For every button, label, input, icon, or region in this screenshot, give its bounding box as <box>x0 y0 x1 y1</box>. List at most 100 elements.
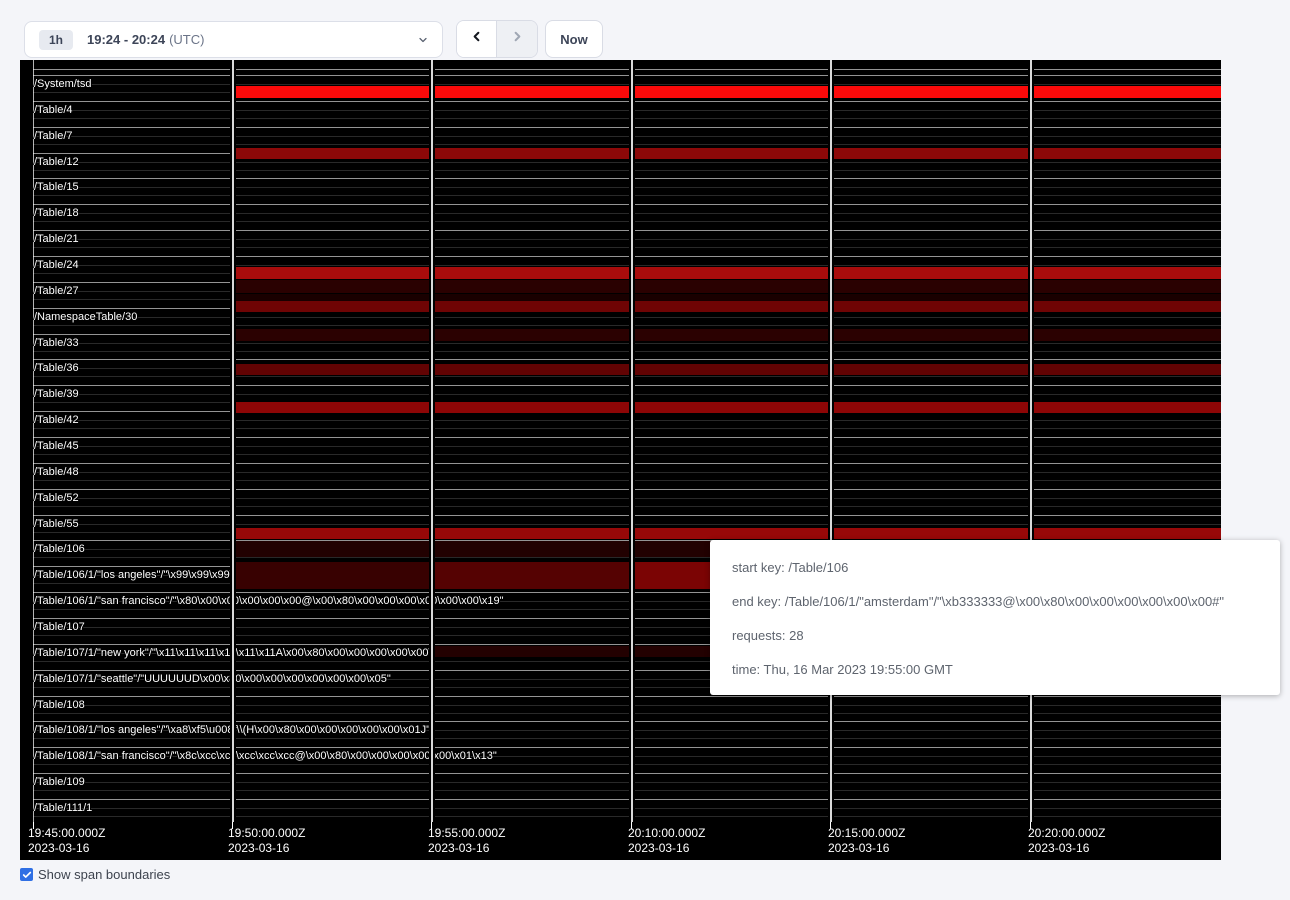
span-subboundary-line <box>33 221 1221 222</box>
row-key-label: /Table/111/1 <box>34 802 92 814</box>
span-subboundary-line <box>33 472 1221 473</box>
span-subboundary-line <box>33 351 1221 352</box>
time-range-timezone: (UTC) <box>169 32 204 47</box>
row-key-label: /Table/27 <box>34 285 79 297</box>
span-boundary-line <box>33 178 1221 179</box>
span-subboundary-line <box>33 420 1221 421</box>
heat-band <box>232 301 1221 312</box>
span-subboundary-line <box>33 498 1221 499</box>
span-subboundary-line <box>33 506 1221 507</box>
row-key-label: /Table/12 <box>34 156 79 168</box>
row-key-label: /Table/15 <box>34 181 79 193</box>
span-subboundary-line <box>33 343 1221 344</box>
span-boundary-line <box>33 696 1221 697</box>
heat-band <box>232 402 1221 413</box>
row-key-label: /Table/24 <box>34 259 79 271</box>
time-range-label: 19:24 - 20:24(UTC) <box>87 32 204 47</box>
span-subboundary-line <box>33 480 1221 481</box>
span-subboundary-line <box>33 110 1221 111</box>
row-key-label: /Table/107/1/"seattle"/"UUUUUUD\x00\x80\… <box>34 673 391 685</box>
chevron-right-icon <box>510 29 525 49</box>
row-key-label: /Table/107/1/"new york"/"\x11\x11\x11\x1… <box>34 647 474 659</box>
span-subboundary-line <box>33 376 1221 377</box>
span-subboundary-line <box>33 265 1221 266</box>
heat-band <box>232 562 431 589</box>
span-subboundary-line <box>33 705 1221 706</box>
span-boundary-line <box>33 101 1221 102</box>
heatmap-canvas[interactable]: /System/tsd/Table/4/Table/7/Table/12/Tab… <box>20 60 1221 860</box>
heat-band <box>232 528 1221 539</box>
span-subboundary-line <box>33 738 1221 739</box>
x-axis-label: 19:55:00.000Z2023-03-16 <box>428 826 505 856</box>
chevron-down-icon <box>417 34 429 46</box>
tooltip-end-key: end key: /Table/106/1/"amsterdam"/"\xb33… <box>732 584 1270 618</box>
span-boundary-line <box>33 721 1221 722</box>
span-tooltip: start key: /Table/106 end key: /Table/10… <box>710 540 1280 695</box>
span-subboundary-line <box>33 394 1221 395</box>
now-button[interactable]: Now <box>545 20 603 58</box>
x-axis-label: 19:45:00.000Z2023-03-16 <box>28 826 105 856</box>
row-key-label: /Table/109 <box>34 776 85 788</box>
row-key-label: /Table/4 <box>34 104 73 116</box>
row-key-label: /Table/36 <box>34 362 79 374</box>
span-boundary-line <box>33 230 1221 231</box>
row-key-label: /Table/106 <box>34 543 85 555</box>
span-subboundary-line <box>33 187 1221 188</box>
span-subboundary-line <box>33 239 1221 240</box>
row-key-label: /Table/45 <box>34 440 79 452</box>
span-boundary-line <box>33 127 1221 128</box>
heat-band <box>232 329 1221 341</box>
next-range-button[interactable] <box>497 21 537 57</box>
span-subboundary-line <box>33 136 1221 137</box>
row-key-label: /Table/52 <box>34 492 79 504</box>
time-nav-group <box>456 20 538 58</box>
span-subboundary-line <box>33 325 1221 326</box>
previous-range-button[interactable] <box>457 21 497 57</box>
row-key-label: /Table/21 <box>34 233 79 245</box>
check-icon <box>22 870 32 880</box>
span-subboundary-line <box>33 170 1221 171</box>
time-range-badge: 1h <box>39 30 73 50</box>
time-gridline <box>629 60 635 822</box>
span-subboundary-line <box>33 213 1221 214</box>
span-subboundary-line <box>33 713 1221 714</box>
tooltip-start-key: start key: /Table/106 <box>732 550 1270 584</box>
row-key-label: /Table/42 <box>34 414 79 426</box>
span-boundary-line <box>33 799 1221 800</box>
span-subboundary-line <box>33 195 1221 196</box>
show-span-boundaries-checkbox[interactable] <box>20 868 33 881</box>
row-key-label: /Table/18 <box>34 207 79 219</box>
x-axis-label: 20:15:00.000Z2023-03-16 <box>828 826 905 856</box>
span-boundary-line <box>33 256 1221 257</box>
span-subboundary-line <box>33 808 1221 809</box>
heat-band <box>431 562 631 589</box>
span-subboundary-line <box>33 118 1221 119</box>
key-visualizer-page: 1h 19:24 - 20:24(UTC) Now /System/tsd/Ta… <box>0 0 1290 900</box>
tooltip-requests: requests: 28 <box>732 618 1270 652</box>
span-subboundary-line <box>33 317 1221 318</box>
span-boundary-line <box>33 747 1221 748</box>
show-span-boundaries-control: Show span boundaries <box>20 867 170 882</box>
span-boundary-line <box>33 204 1221 205</box>
span-boundary-line <box>33 69 1221 70</box>
heat-band <box>232 280 1221 293</box>
x-axis-label: 19:50:00.000Z2023-03-16 <box>228 826 305 856</box>
row-key-label: /NamespaceTable/30 <box>34 311 137 323</box>
row-key-label: /Table/48 <box>34 466 79 478</box>
row-key-label: /Table/55 <box>34 518 79 530</box>
row-key-label: /Table/39 <box>34 388 79 400</box>
span-boundary-line <box>33 773 1221 774</box>
heat-band <box>232 148 1221 159</box>
row-key-label: /Table/108 <box>34 699 85 711</box>
span-subboundary-line <box>33 446 1221 447</box>
span-boundary-line <box>33 463 1221 464</box>
row-key-label: /Table/7 <box>34 130 73 142</box>
row-key-label: /System/tsd <box>34 78 91 90</box>
span-boundary-line <box>33 359 1221 360</box>
time-range-dropdown[interactable]: 1h 19:24 - 20:24(UTC) <box>24 21 443 58</box>
time-gridline <box>230 60 236 822</box>
span-boundary-line <box>33 75 1221 76</box>
span-subboundary-line <box>33 247 1221 248</box>
heat-band <box>232 267 1221 279</box>
tooltip-time: time: Thu, 16 Mar 2023 19:55:00 GMT <box>732 652 1270 686</box>
